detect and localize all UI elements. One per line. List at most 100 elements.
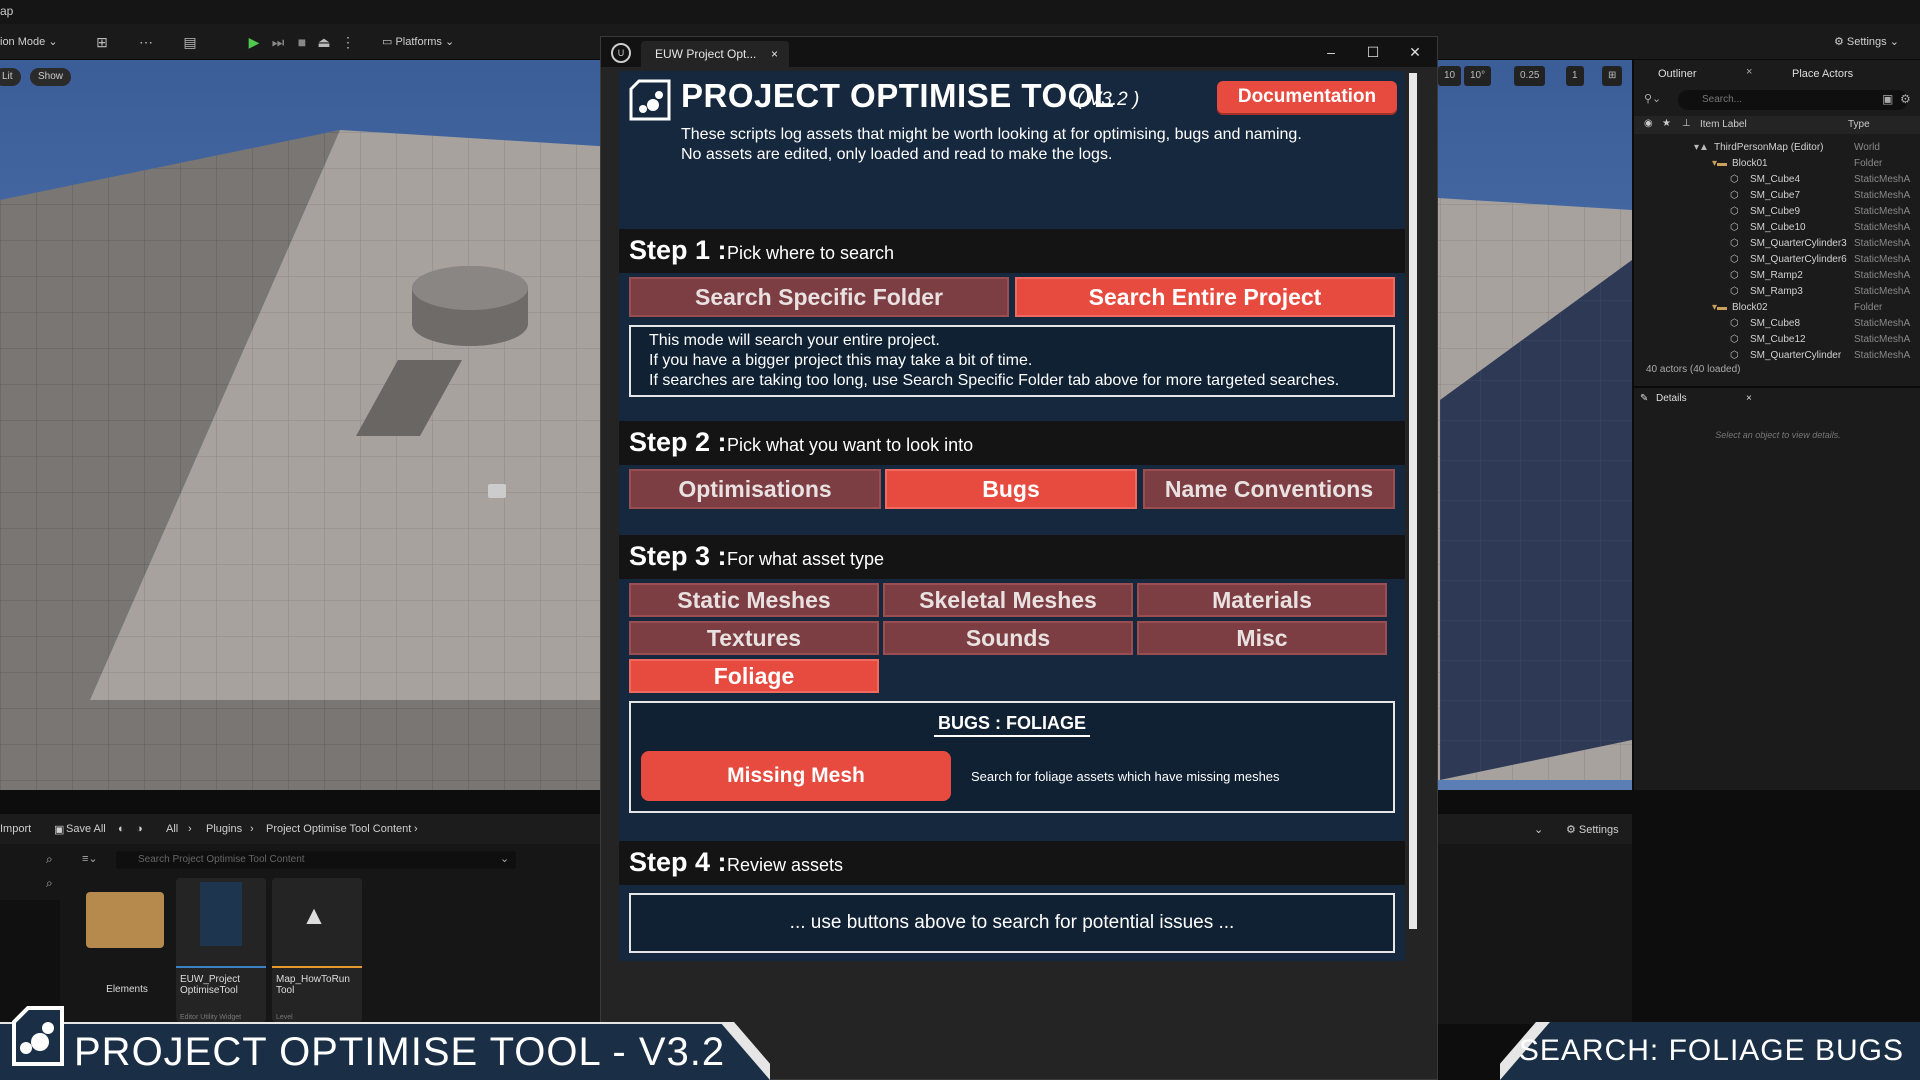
- outliner-header: ◉ ★ ⊥ Item Label Type: [1634, 116, 1920, 134]
- minimize-icon[interactable]: –: [1311, 41, 1351, 63]
- details-hint: Select an object to view details.: [1715, 430, 1841, 440]
- grid-snap-chip[interactable]: 10: [1438, 66, 1462, 86]
- sounds-button[interactable]: Sounds: [883, 621, 1133, 655]
- gear-icon[interactable]: ⚙: [1900, 92, 1911, 106]
- optimisations-button[interactable]: Optimisations: [629, 469, 881, 509]
- scrollbar[interactable]: [1409, 73, 1417, 929]
- breadcrumb-all[interactable]: All: [166, 823, 178, 835]
- step-title: Review assets: [727, 855, 844, 875]
- chevron-down-icon[interactable]: ⌄: [1534, 823, 1543, 836]
- eject-icon[interactable]: ⏏: [314, 32, 334, 52]
- static-mesh-icon: ⬡: [1730, 238, 1739, 249]
- row-label: SM_Cube8: [1750, 318, 1801, 329]
- filter-icon[interactable]: ≡⌄: [82, 852, 98, 865]
- static-meshes-button[interactable]: Static Meshes: [629, 583, 879, 617]
- outliner-row[interactable]: ⬡ SM_Cube4 StaticMeshA: [1634, 172, 1920, 188]
- misc-button[interactable]: Misc: [1137, 621, 1387, 655]
- settings-dropdown[interactable]: ⚙ Settings ⌄: [1834, 35, 1899, 48]
- settings-button[interactable]: ⚙ Settings: [1566, 823, 1619, 836]
- euw-titlebar[interactable]: U EUW Project Opt... × – ☐ ✕: [601, 37, 1437, 67]
- materials-button[interactable]: Materials: [1137, 583, 1387, 617]
- description-line: No assets are edited, only loaded and re…: [681, 146, 1113, 163]
- pin-icon[interactable]: ⊥: [1682, 118, 1691, 129]
- outliner-search-input[interactable]: Search...: [1678, 90, 1908, 110]
- close-window-icon[interactable]: ✕: [1395, 41, 1435, 63]
- search-specific-folder-button[interactable]: Search Specific Folder: [629, 277, 1009, 317]
- outliner-row[interactable]: ▾▬ Block01 Folder: [1634, 156, 1920, 172]
- breadcrumb-folder[interactable]: Project Optimise Tool Content: [266, 823, 411, 835]
- type-column[interactable]: Type: [1848, 119, 1870, 130]
- search-icon[interactable]: ⌕: [46, 876, 53, 891]
- outliner-row[interactable]: ⬡ SM_QuarterCylinder StaticMeshA: [1634, 348, 1920, 364]
- outliner-row[interactable]: ⬡ SM_Cube8 StaticMeshA: [1634, 316, 1920, 332]
- add-content-icon[interactable]: ⊞: [92, 32, 112, 52]
- textures-button[interactable]: Textures: [629, 621, 879, 655]
- place-actors-tab[interactable]: Place Actors: [1768, 62, 1853, 86]
- asset-euw-project-optimise-tool[interactable]: EUW_Project OptimiseTool Editor Utility …: [176, 878, 266, 1022]
- outliner-row[interactable]: ⬡ SM_Ramp2 StaticMeshA: [1634, 268, 1920, 284]
- close-icon[interactable]: ×: [771, 41, 778, 67]
- scale-snap-chip[interactable]: 0.25: [1514, 66, 1546, 86]
- platforms-dropdown[interactable]: ▭ Platforms ⌄: [382, 35, 454, 48]
- history-forward-icon[interactable]: ◑: [136, 823, 143, 835]
- content-search-input[interactable]: Search Project Optimise Tool Content: [116, 851, 516, 869]
- asset-elements-folder[interactable]: Elements: [80, 878, 170, 1022]
- static-mesh-icon: ⬡: [1730, 206, 1739, 217]
- close-icon[interactable]: ×: [1746, 388, 1752, 410]
- outliner-row[interactable]: ⬡ SM_QuarterCylinder6 StaticMeshA: [1634, 252, 1920, 268]
- play-icon[interactable]: ▶: [244, 32, 264, 52]
- breadcrumb-plugins[interactable]: Plugins: [206, 823, 242, 835]
- foliage-button[interactable]: Foliage: [629, 659, 879, 693]
- close-icon[interactable]: ×: [1746, 66, 1752, 78]
- search-entire-project-button[interactable]: Search Entire Project: [1015, 277, 1395, 317]
- row-label: SM_Cube4: [1750, 174, 1801, 185]
- outliner-row[interactable]: ⬡ SM_Cube7 StaticMeshA: [1634, 188, 1920, 204]
- outliner-row[interactable]: ▾▲ ThirdPersonMap (Editor) World: [1634, 140, 1920, 156]
- mode-dropdown[interactable]: ion Mode ⌄: [0, 35, 58, 48]
- step-number: Step 4 :: [629, 847, 727, 877]
- save-icon: ▣: [54, 824, 65, 836]
- more-options-icon[interactable]: ⋮: [338, 32, 358, 52]
- camera-speed-chip[interactable]: 1: [1566, 66, 1584, 86]
- outliner-row[interactable]: ⬡ SM_Ramp3 StaticMeshA: [1634, 284, 1920, 300]
- history-back-icon[interactable]: ◐: [118, 823, 125, 835]
- row-label: SM_Cube7: [1750, 190, 1801, 201]
- skeletal-meshes-button[interactable]: Skeletal Meshes: [883, 583, 1133, 617]
- details-tab[interactable]: ✎ Details ×: [1634, 386, 1920, 408]
- tab-title: EUW Project Opt...: [655, 47, 757, 61]
- eye-icon[interactable]: ◉: [1644, 118, 1653, 129]
- documentation-button[interactable]: Documentation: [1217, 81, 1397, 113]
- euw-tab[interactable]: EUW Project Opt... ×: [641, 41, 789, 67]
- missing-mesh-button[interactable]: Missing Mesh: [641, 751, 951, 801]
- cinematics-icon[interactable]: ▤: [180, 32, 200, 52]
- stop-icon[interactable]: ■: [292, 32, 312, 52]
- star-icon[interactable]: ★: [1662, 118, 1671, 129]
- pencil-icon: ✎: [1640, 393, 1649, 404]
- outliner-row[interactable]: ⬡ SM_Cube9 StaticMeshA: [1634, 204, 1920, 220]
- outliner-row[interactable]: ⬡ SM_Cube10 StaticMeshA: [1634, 220, 1920, 236]
- viewport-layout-icon[interactable]: ⊞: [1602, 66, 1623, 86]
- outliner-row[interactable]: ⬡ SM_Cube12 StaticMeshA: [1634, 332, 1920, 348]
- step-icon[interactable]: ⏭: [268, 32, 288, 52]
- asset-map-howtorun-tool[interactable]: ▲ Map_HowToRun Tool Level: [272, 878, 362, 1022]
- outliner-tab[interactable]: Outliner: [1634, 62, 1697, 86]
- filter-icon[interactable]: ⚲⌄: [1644, 92, 1661, 105]
- show-flags-button[interactable]: Show: [30, 68, 72, 86]
- bugs-button[interactable]: Bugs: [885, 469, 1137, 509]
- search-icon[interactable]: ⌕: [46, 852, 53, 867]
- lit-mode-button[interactable]: Lit: [0, 68, 21, 86]
- maximize-icon[interactable]: ☐: [1353, 41, 1393, 63]
- outliner-row[interactable]: ▾▬ Block02 Folder: [1634, 300, 1920, 316]
- save-all-button[interactable]: Save All: [66, 823, 106, 835]
- rotation-snap-chip[interactable]: 10°: [1464, 66, 1492, 86]
- import-button[interactable]: Import: [0, 823, 31, 835]
- asset-type-stripe: [272, 966, 362, 968]
- row-label: SM_Cube9: [1750, 206, 1801, 217]
- item-label-column[interactable]: Item Label: [1700, 119, 1747, 130]
- blueprint-icon[interactable]: ⋯: [136, 32, 156, 52]
- banner-subtitle: SEARCH: FOLIAGE BUGS: [1518, 1034, 1904, 1067]
- chevron-down-icon[interactable]: ⌄: [500, 852, 509, 865]
- name-conventions-button[interactable]: Name Conventions: [1143, 469, 1395, 509]
- outliner-row[interactable]: ⬡ SM_QuarterCylinder3 StaticMeshA: [1634, 236, 1920, 252]
- folder-add-icon[interactable]: ▣: [1882, 92, 1893, 106]
